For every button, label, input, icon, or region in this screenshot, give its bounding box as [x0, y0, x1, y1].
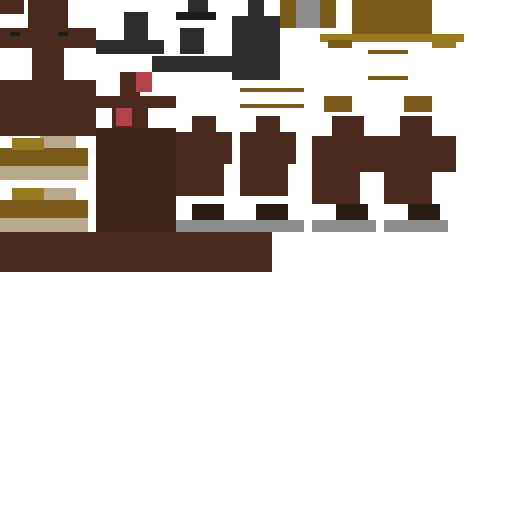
belt2-gold-center	[12, 188, 44, 200]
hat-large-panel	[232, 16, 280, 80]
sole-1-tile	[176, 220, 240, 232]
arm-piece-2-body	[384, 136, 456, 172]
hat-panel-top	[248, 0, 264, 16]
torso-body-tile	[96, 128, 176, 232]
leg-piece-2-top	[256, 116, 280, 132]
leg-piece-1-lower	[176, 164, 224, 196]
arm-piece-2-top	[400, 116, 432, 136]
belt-gold-center	[12, 138, 44, 150]
leg-bottom-bar	[0, 232, 272, 272]
mic-head-tile	[296, 0, 320, 28]
cheek-upper-icon	[136, 72, 152, 92]
button-gold-line2	[368, 76, 408, 80]
button-gold-line4	[240, 104, 304, 108]
belt-cream-strip	[0, 166, 88, 180]
belt2-top-tile	[40, 188, 76, 200]
hand-2-tile	[408, 204, 440, 220]
hat-band-tile	[176, 12, 216, 20]
hat-crown-tile	[124, 12, 148, 42]
arm-piece-1-top	[332, 116, 364, 136]
mic-handle-tile	[280, 0, 296, 28]
belt-gold-strip	[0, 148, 88, 166]
cheek-lower-icon	[116, 108, 132, 126]
button-gold-nub2	[432, 40, 456, 48]
head-face-tile	[0, 28, 96, 48]
ring-1-icon	[324, 96, 352, 112]
eye-left-icon	[10, 32, 20, 36]
hat-crown2-tile	[180, 28, 204, 54]
arm-piece-1-body	[312, 136, 384, 172]
head-side-tile	[0, 0, 24, 14]
hand-1-tile	[336, 204, 368, 220]
texture-atlas	[0, 0, 512, 512]
eye-right-icon	[58, 32, 68, 36]
hat-side-bar	[152, 56, 232, 72]
belt-top-tile	[40, 136, 76, 148]
button-gold-panel	[352, 0, 432, 34]
leg-piece-2-body	[240, 132, 296, 164]
hat-top-tile	[188, 0, 208, 12]
belt2-gold-strip	[0, 200, 88, 218]
leg-piece-1-body	[176, 132, 232, 164]
hat-brim-tile	[96, 40, 164, 54]
leg-piece-1-top	[192, 116, 216, 132]
arm-piece-1-lower	[312, 172, 360, 204]
mic-base-tile	[320, 0, 336, 28]
button-gold-line3	[240, 88, 304, 92]
shoe-1-tile	[192, 204, 224, 220]
sole-2-tile	[240, 220, 304, 232]
button-gold-line1	[368, 50, 408, 54]
shoe-2-tile	[256, 204, 288, 220]
ring-2-icon	[404, 96, 432, 112]
body-front-tile	[0, 80, 96, 136]
button-gold-nub	[328, 40, 352, 48]
arm-piece-2-lower	[384, 172, 432, 204]
leg-piece-2-lower	[240, 164, 288, 196]
hand-2-sole	[384, 220, 448, 232]
belt2-cream-strip	[0, 218, 88, 232]
torso-band-tile	[96, 96, 176, 108]
neck-tile	[32, 48, 64, 80]
head-top-tile	[28, 0, 68, 28]
hand-1-sole	[312, 220, 376, 232]
